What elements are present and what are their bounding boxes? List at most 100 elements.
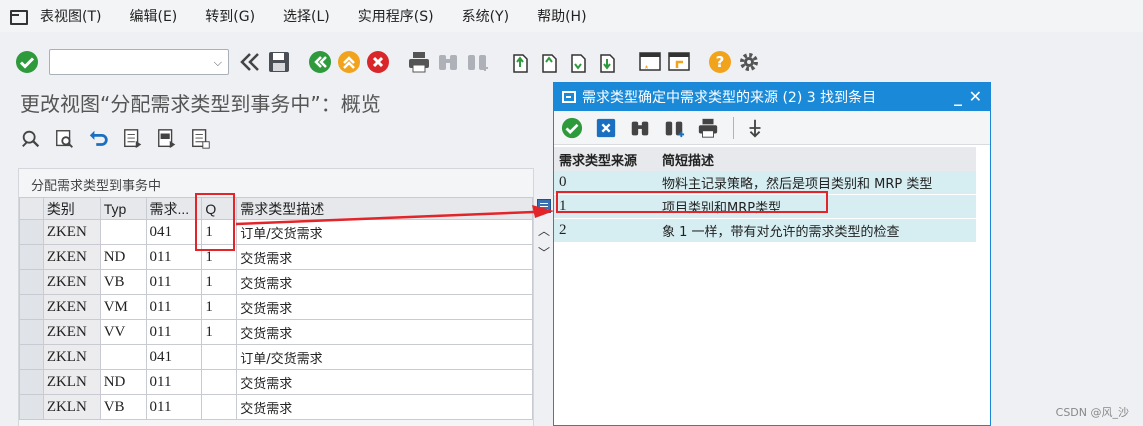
dialog-cancel-icon[interactable]	[593, 115, 619, 141]
row-selector[interactable]	[19, 294, 44, 320]
table-row: ZKEN VB 011 1 交货需求	[19, 269, 533, 295]
cell-q[interactable]	[201, 394, 238, 420]
cell-category: ZKEN	[42, 319, 101, 345]
details-icon[interactable]	[52, 126, 78, 152]
new-session-icon[interactable]	[637, 49, 663, 75]
scroll-down-icon[interactable]: ﹀	[538, 244, 550, 261]
cell-category: ZKEN	[42, 294, 101, 320]
menu-table-view[interactable]: 表视图(T)	[40, 6, 101, 26]
column-header-category[interactable]: 类别	[42, 197, 101, 220]
watermark: CSDN @风_沙	[1055, 406, 1129, 419]
list-item[interactable]: 2 象 1 一样，带有对允许的需求类型的检查	[554, 219, 976, 243]
row-selector[interactable]	[19, 219, 44, 245]
row-selector[interactable]	[19, 244, 44, 270]
window-icon	[562, 91, 576, 103]
previous-page-icon[interactable]	[536, 49, 562, 75]
column-header-source[interactable]: 需求类型来源	[554, 150, 658, 169]
menu-edit[interactable]: 编辑(E)	[129, 6, 177, 26]
settings-icon[interactable]	[736, 49, 762, 75]
print-icon[interactable]	[406, 49, 432, 75]
cell-q[interactable]: 1	[201, 294, 238, 320]
cell-requirement[interactable]: 041	[145, 219, 203, 245]
deselect-all-icon[interactable]	[188, 126, 214, 152]
cell-type: VV	[99, 319, 147, 345]
menu-select[interactable]: 选择(L)	[283, 6, 330, 26]
cell-q[interactable]	[201, 369, 238, 395]
find-next-icon[interactable]	[464, 49, 490, 75]
shortcut-icon[interactable]	[666, 49, 692, 75]
row-selector[interactable]	[19, 344, 44, 370]
close-icon[interactable]: ✕	[969, 87, 982, 106]
command-field[interactable]: ⌵	[49, 49, 229, 75]
select-all-icon[interactable]	[120, 126, 146, 152]
cell-type: VB	[99, 394, 147, 420]
cell-requirement[interactable]: 011	[145, 369, 203, 395]
undo-icon[interactable]	[86, 126, 112, 152]
cell-description: 交货需求	[236, 394, 533, 420]
toolbar-separator	[733, 116, 734, 139]
minimize-icon[interactable]: _	[954, 87, 962, 106]
menu-icon[interactable]	[10, 9, 28, 25]
cell-category: ZKLN	[42, 344, 101, 370]
find-icon[interactable]	[435, 49, 461, 75]
select-block-icon[interactable]	[154, 126, 180, 152]
row-selector[interactable]	[19, 394, 44, 420]
cell-requirement[interactable]: 011	[145, 269, 203, 295]
application-toolbar	[18, 126, 222, 152]
cell-requirement[interactable]: 011	[145, 294, 203, 320]
dialog-find-next-icon[interactable]	[661, 115, 687, 141]
row-selector[interactable]	[19, 369, 44, 395]
check-icon[interactable]	[14, 49, 40, 75]
result-list-header: 需求类型来源 简短描述	[554, 147, 976, 171]
dialog-print-icon[interactable]	[695, 115, 721, 141]
save-icon[interactable]	[266, 49, 292, 75]
collapse-toolbar-icon[interactable]	[237, 49, 263, 75]
menu-system[interactable]: 系统(Y)	[462, 6, 509, 26]
cell-category: ZKEN	[42, 219, 101, 245]
chevron-down-icon[interactable]: ⌵	[214, 56, 222, 70]
requirement-type-table: 类别 Typ 需求... Q 需求类型描述 ZKEN 041 1 订单/交货需求…	[19, 197, 533, 420]
dialog-find-icon[interactable]	[627, 115, 653, 141]
cell-requirement[interactable]: 011	[145, 244, 203, 270]
cell-description: 订单/交货需求	[236, 344, 533, 370]
cell-description: 交货需求	[236, 319, 533, 345]
annotation-box-selected-entry	[556, 191, 828, 213]
column-header-type[interactable]: Typ	[99, 197, 147, 220]
item-description: 物料主记录策略，然后是项目类别和 MRP 类型	[662, 177, 933, 192]
display-change-icon[interactable]	[18, 126, 44, 152]
exit-icon[interactable]	[336, 49, 362, 75]
row-selector[interactable]	[19, 269, 44, 295]
annotation-box-q-column	[195, 193, 235, 251]
cell-requirement[interactable]: 041	[145, 344, 203, 370]
value-help-dialog: 需求类型确定中需求类型的来源 (2) 3 找到条目 _ ✕ 需求类型来源 简短描…	[553, 82, 991, 426]
cell-type: VM	[99, 294, 147, 320]
last-page-icon[interactable]	[594, 49, 620, 75]
menu-utilities[interactable]: 实用程序(S)	[358, 6, 434, 26]
table-row: ZKLN 041 订单/交货需求	[19, 344, 533, 370]
first-page-icon[interactable]	[507, 49, 533, 75]
sort-icon[interactable]	[742, 115, 768, 141]
cell-q[interactable]: 1	[201, 319, 238, 345]
cell-category: ZKEN	[42, 244, 101, 270]
svg-text:?: ?	[716, 53, 725, 71]
column-header-requirement[interactable]: 需求...	[145, 197, 203, 220]
confirm-icon[interactable]	[559, 115, 585, 141]
help-icon[interactable]: ?	[707, 49, 733, 75]
menu-goto[interactable]: 转到(G)	[205, 6, 255, 26]
back-icon[interactable]	[307, 49, 333, 75]
row-selector[interactable]	[19, 319, 44, 345]
dialog-toolbar	[554, 111, 990, 145]
menu-help[interactable]: 帮助(H)	[537, 6, 586, 26]
cell-q[interactable]	[201, 344, 238, 370]
next-page-icon[interactable]	[565, 49, 591, 75]
column-header-short-text[interactable]: 简短描述	[658, 150, 976, 169]
row-selector-header[interactable]	[19, 197, 44, 220]
cell-q[interactable]: 1	[201, 269, 238, 295]
cell-type: ND	[99, 369, 147, 395]
cancel-icon[interactable]	[365, 49, 391, 75]
cell-requirement[interactable]: 011	[145, 319, 203, 345]
table-row: ZKEN ND 011 1 交货需求	[19, 244, 533, 270]
table-row: ZKEN VM 011 1 交货需求	[19, 294, 533, 320]
item-key: 2	[559, 222, 567, 238]
cell-requirement[interactable]: 011	[145, 394, 203, 420]
